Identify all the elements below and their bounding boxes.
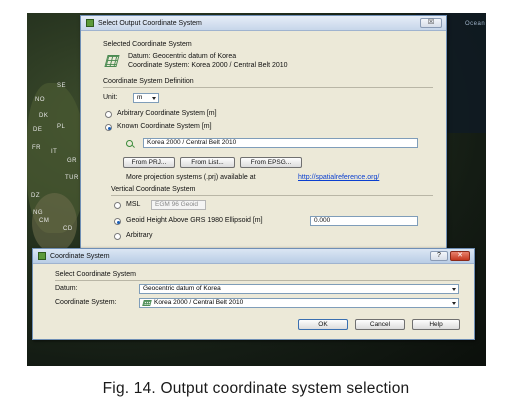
arbitrary-vertical-label: Arbitrary	[126, 232, 153, 239]
from-prj-button[interactable]: From PRJ...	[123, 157, 175, 168]
grid-icon	[104, 55, 120, 67]
map-label: NO	[35, 97, 45, 103]
from-epsg-button[interactable]: From EPSG...	[240, 157, 302, 168]
definition-heading: Coordinate System Definition	[103, 78, 194, 85]
known-cs-field[interactable]: Korea 2000 / Central Belt 2010	[143, 138, 418, 148]
close-button[interactable]: ✕	[450, 251, 470, 261]
unit-value: m	[137, 94, 143, 101]
divider	[111, 195, 433, 196]
help-button[interactable]: Help	[412, 319, 460, 330]
chevron-down-icon	[452, 302, 456, 305]
map-label: DZ	[31, 193, 40, 199]
msl-label: MSL	[126, 201, 141, 208]
dialog-title: Coordinate System	[50, 252, 110, 260]
divider	[103, 87, 433, 88]
map-label: CM	[39, 218, 50, 224]
msl-radio[interactable]	[114, 202, 121, 209]
map-label: FR	[32, 145, 41, 151]
map-label: DK	[39, 113, 49, 119]
cs-dropdown[interactable]: Korea 2000 / Central Belt 2010	[139, 298, 459, 308]
map-label: TUR	[65, 175, 79, 181]
map-label: SE	[57, 83, 67, 89]
chevron-down-icon	[452, 288, 456, 291]
app-icon	[86, 19, 94, 27]
geoid-height-input[interactable]: 0.000	[310, 216, 418, 226]
datum-dropdown[interactable]: Geocentric datum of Korea	[139, 284, 459, 294]
dialog-title: Select Output Coordinate System	[98, 19, 202, 27]
output-coordinate-dialog: Select Output Coordinate System ☒ Select…	[80, 15, 447, 255]
chevron-down-icon	[152, 97, 156, 100]
divider	[55, 280, 460, 281]
unit-label: Unit:	[103, 94, 118, 101]
vertical-heading: Vertical Coordinate System	[111, 186, 196, 193]
app-icon	[38, 252, 46, 260]
selected-heading: Selected Coordinate System	[103, 41, 192, 48]
close-button[interactable]: ☒	[420, 18, 442, 28]
msl-dropdown: EGM 96 Geoid	[151, 200, 206, 210]
search-icon	[126, 140, 133, 147]
titlebar-buttons: ? ✕	[430, 251, 470, 261]
known-cs-radio[interactable]	[105, 124, 112, 131]
map-label: Ocean	[465, 21, 486, 27]
from-list-button[interactable]: From List...	[180, 157, 235, 168]
arbitrary-vertical-radio[interactable]	[114, 233, 121, 240]
figure: SE NO DK PL DE FR IT GR TUR DZ NG CM CD …	[0, 0, 512, 413]
known-cs-label: Known Coordinate System [m]	[117, 123, 212, 130]
arbitrary-cs-label: Arbitrary Coordinate System [m]	[117, 110, 217, 117]
more-projections-text: More projection systems (.prj) available…	[126, 174, 256, 181]
select-cs-heading: Select Coordinate System	[55, 271, 136, 278]
spatialreference-link[interactable]: http://spatialreference.org/	[298, 174, 379, 181]
map-label: CD	[63, 226, 73, 232]
map-label: GR	[67, 158, 77, 164]
help-title-button[interactable]: ?	[430, 251, 448, 261]
dialog-titlebar: Coordinate System ? ✕	[33, 249, 474, 264]
geoid-label: Geoid Height Above GRS 1980 Ellipsoid [m…	[126, 217, 263, 224]
dialog-titlebar: Select Output Coordinate System ☒	[81, 16, 446, 31]
arbitrary-cs-radio[interactable]	[105, 111, 112, 118]
unit-dropdown[interactable]: m	[133, 93, 159, 103]
datum-label: Datum:	[55, 285, 78, 292]
cs-value: Korea 2000 / Central Belt 2010	[154, 299, 244, 306]
map-label: IT	[51, 149, 58, 155]
figure-caption: Fig. 14. Output coordinate system select…	[102, 380, 410, 397]
cancel-button[interactable]: Cancel	[355, 319, 405, 330]
ok-button[interactable]: OK	[298, 319, 348, 330]
map-label: DE	[33, 127, 43, 133]
coordinate-system-line: Coordinate System: Korea 2000 / Central …	[128, 62, 288, 69]
datum-line: Datum: Geocentric datum of Korea	[128, 53, 237, 60]
map-label: PL	[57, 124, 66, 130]
geoid-radio[interactable]	[114, 218, 121, 225]
datum-value: Geocentric datum of Korea	[143, 285, 221, 292]
grid-icon	[142, 300, 152, 306]
coordinate-system-dialog: Coordinate System ? ✕ Select Coordinate …	[32, 248, 475, 340]
msl-value: EGM 96 Geoid	[155, 201, 198, 208]
cs-label: Coordinate System:	[55, 299, 117, 306]
map-label: NG	[33, 210, 43, 216]
